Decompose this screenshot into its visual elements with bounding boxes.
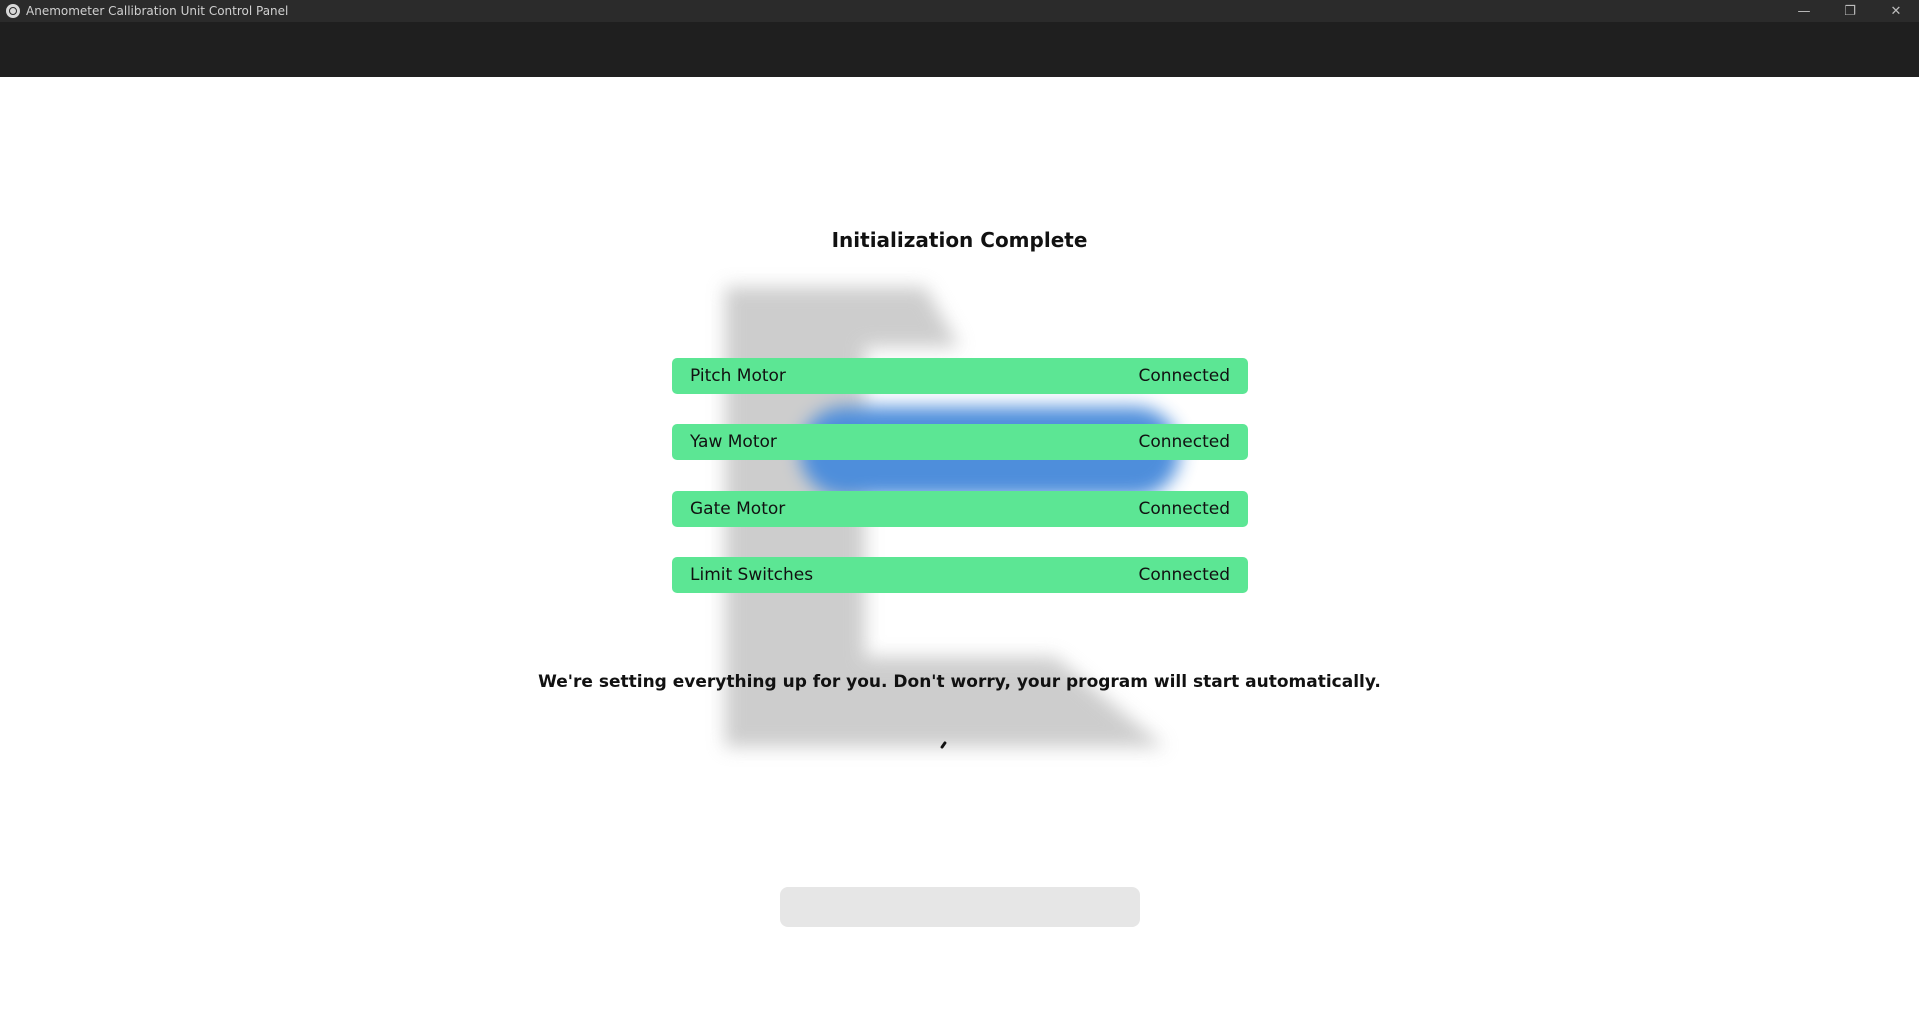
setup-message: We're setting everything up for you. Don… (538, 672, 1381, 692)
app-toolbar (0, 22, 1919, 77)
device-status: Connected (1138, 366, 1230, 386)
window-titlebar[interactable]: Anemometer Callibration Unit Control Pan… (0, 0, 1919, 22)
device-name: Gate Motor (690, 499, 786, 519)
dialog-title: Initialization Complete (831, 228, 1088, 252)
loading-spinner-icon (940, 741, 948, 749)
background-blurred-buttons (780, 887, 1140, 927)
device-status-row: Limit Switches Connected (672, 557, 1248, 593)
window-title: Anemometer Callibration Unit Control Pan… (26, 4, 289, 18)
device-name: Yaw Motor (690, 432, 777, 452)
frame-base (725, 657, 1165, 747)
device-name: Limit Switches (690, 565, 814, 585)
window-controls: — ❐ ✕ (1781, 0, 1919, 22)
main-content (0, 77, 1919, 1029)
device-status-row: Yaw Motor Connected (672, 424, 1248, 460)
minimize-button[interactable]: — (1781, 0, 1827, 22)
device-status-row: Pitch Motor Connected (672, 358, 1248, 394)
device-status: Connected (1138, 499, 1230, 519)
device-name: Pitch Motor (690, 366, 786, 386)
device-status-row: Gate Motor Connected (672, 491, 1248, 527)
frame-top (725, 287, 960, 347)
device-status: Connected (1138, 432, 1230, 452)
app-globe-icon (6, 4, 20, 18)
close-button[interactable]: ✕ (1873, 0, 1919, 22)
restore-button[interactable]: ❐ (1827, 0, 1873, 22)
device-status: Connected (1138, 565, 1230, 585)
